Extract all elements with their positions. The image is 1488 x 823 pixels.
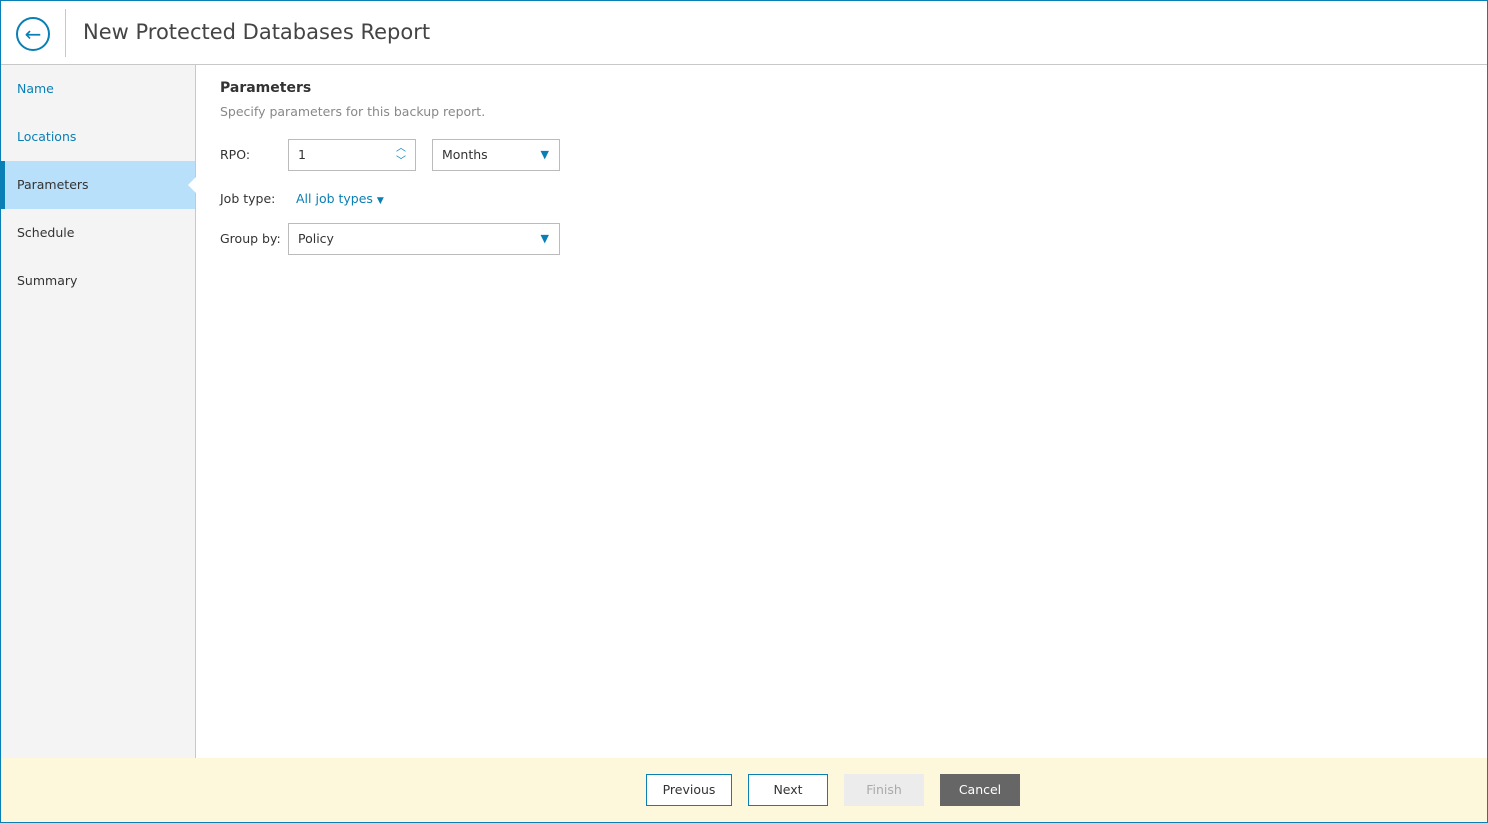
section-heading: Parameters — [220, 80, 312, 96]
group-by-value: Policy — [298, 231, 334, 246]
footer: Previous Next Finish Cancel — [1, 758, 1487, 822]
step-parameters[interactable]: Parameters — [1, 161, 196, 209]
back-button[interactable]: ← — [16, 17, 50, 51]
step-summary[interactable]: Summary — [1, 257, 195, 305]
rpo-stepper[interactable]: 1 ︿ ﹀ — [288, 139, 416, 171]
page-title: New Protected Databases Report — [83, 20, 431, 44]
chevron-down-icon: ▼ — [376, 196, 384, 206]
window-frame — [0, 0, 1488, 823]
group-by-label: Group by: — [220, 231, 281, 246]
rpo-label: RPO: — [220, 147, 251, 162]
stepper-arrows-icon[interactable]: ︿ ﹀ — [396, 140, 406, 168]
previous-button[interactable]: Previous — [646, 774, 732, 806]
section-subtitle: Specify parameters for this backup repor… — [220, 104, 486, 119]
next-button[interactable]: Next — [748, 774, 828, 806]
step-name[interactable]: Name — [1, 65, 195, 113]
rpo-unit-value: Months — [442, 147, 488, 162]
rpo-unit-select[interactable]: Months ▼ — [432, 139, 560, 171]
job-type-label: Job type: — [220, 191, 276, 206]
job-type-value: All job types — [296, 191, 373, 206]
wizard-steps: Name Locations Parameters Schedule Summa… — [1, 65, 196, 758]
header: ← New Protected Databases Report — [1, 1, 1487, 65]
group-by-select[interactable]: Policy ▼ — [288, 223, 560, 255]
chevron-down-icon: ▼ — [540, 232, 549, 245]
arrow-left-icon: ← — [24, 22, 42, 46]
parameters-panel: Parameters Specify parameters for this b… — [220, 80, 560, 255]
cancel-button[interactable]: Cancel — [940, 774, 1020, 806]
step-schedule[interactable]: Schedule — [1, 209, 195, 257]
rpo-value: 1 — [298, 147, 306, 162]
chevron-down-icon: ▼ — [540, 148, 549, 161]
finish-button[interactable]: Finish — [844, 774, 924, 806]
header-divider — [65, 9, 66, 57]
job-type-dropdown[interactable]: All job types ▼ — [296, 191, 384, 206]
step-locations[interactable]: Locations — [1, 113, 195, 161]
